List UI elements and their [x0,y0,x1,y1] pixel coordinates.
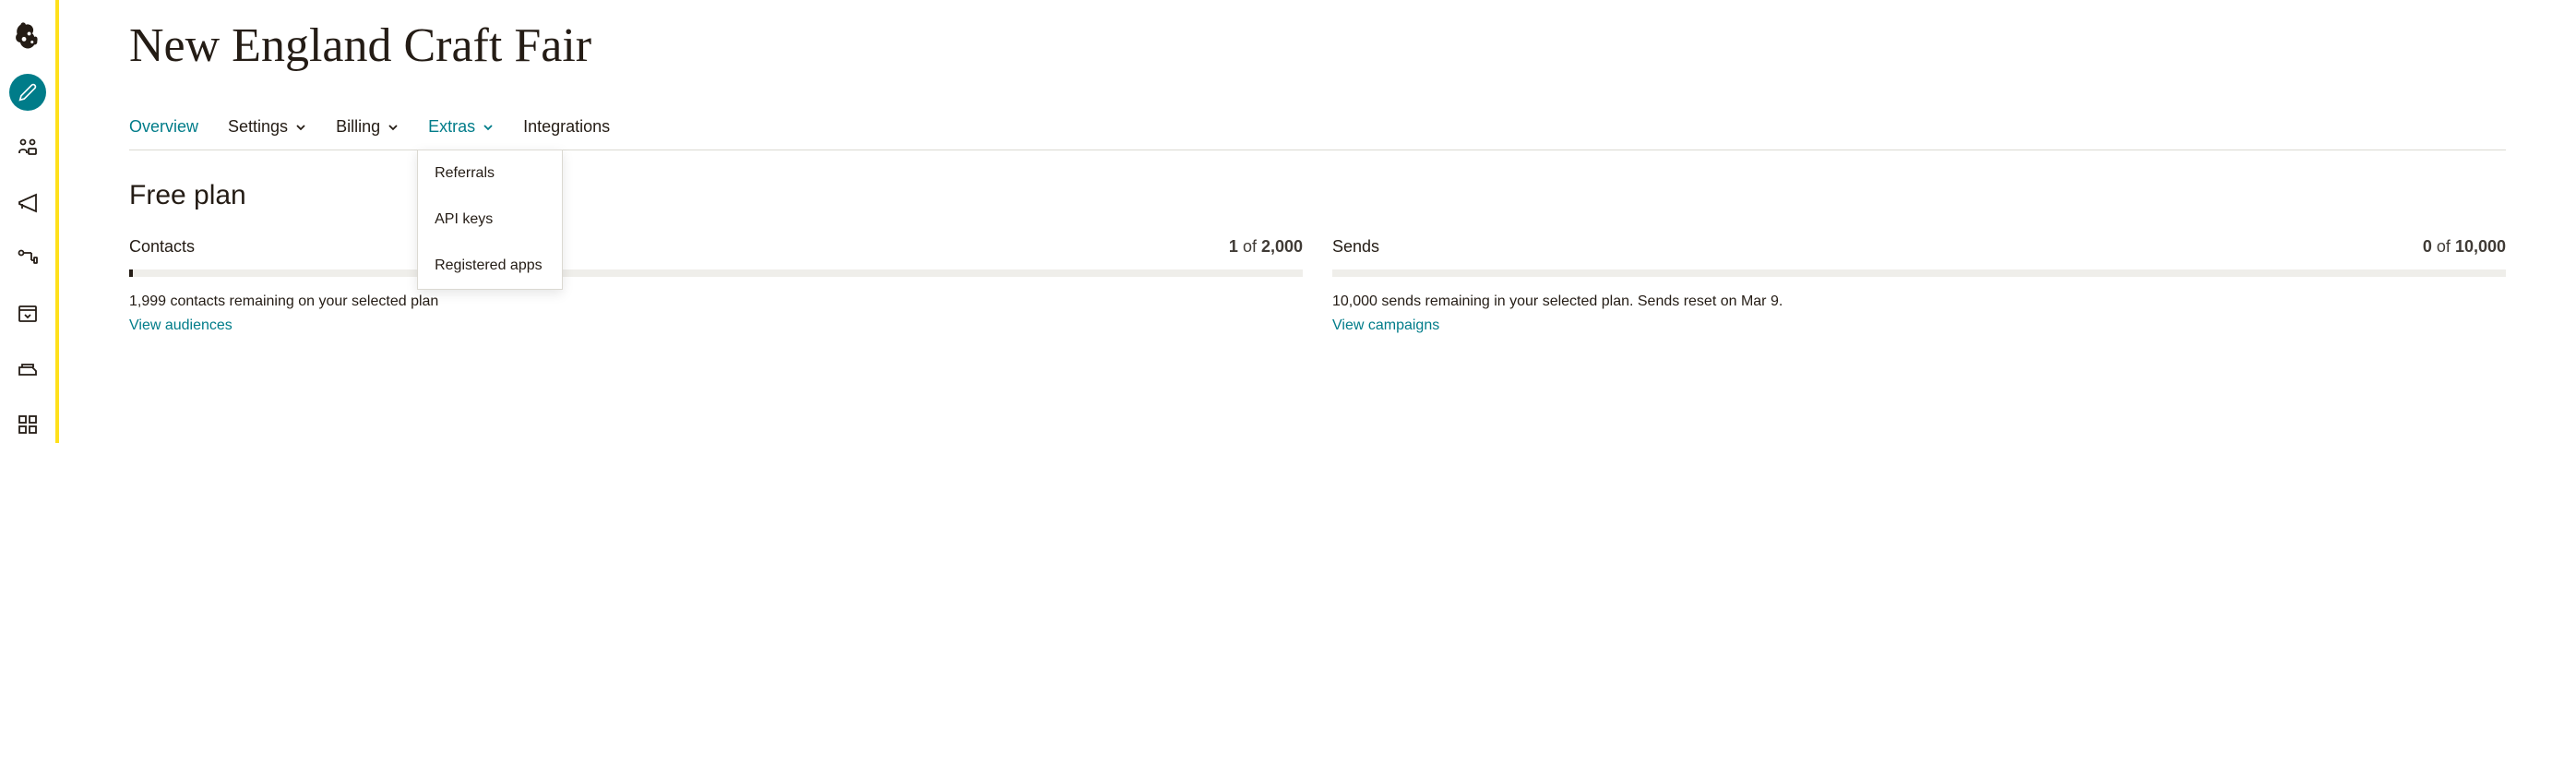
tab-integrations[interactable]: Integrations [523,117,610,150]
of-word: of [2432,237,2455,256]
contacts-progress-fill [129,269,133,277]
page-title: New England Craft Fair [129,18,2506,73]
stat-header: Contacts 1 of 2,000 [129,237,1303,257]
stat-header: Sends 0 of 10,000 [1332,237,2506,257]
sends-count: 0 of 10,000 [2423,237,2506,257]
sends-progress [1332,269,2506,277]
tab-overview[interactable]: Overview [129,117,198,150]
sends-desc: 10,000 sends remaining in your selected … [1332,293,2506,310]
chevron-down-icon [295,122,306,133]
tabs-nav: Overview Settings Billing Extras Referra… [129,117,2506,150]
contacts-progress [129,269,1303,277]
campaigns-icon[interactable] [9,185,46,221]
tab-label: Billing [336,117,380,137]
tab-extras[interactable]: Extras Referrals API keys Registered app… [428,117,494,150]
sidebar [0,0,55,443]
tab-label: Extras [428,117,475,137]
chevron-down-icon [483,122,494,133]
create-icon[interactable] [9,74,46,111]
automations-icon[interactable] [9,240,46,277]
of-word: of [1238,237,1261,256]
main-content: New England Craft Fair Overview Settings… [59,0,2576,443]
sends-block: Sends 0 of 10,000 10,000 sends remaining… [1332,237,2506,334]
dropdown-item-api-keys[interactable]: API keys [418,197,562,243]
contacts-used: 1 [1229,237,1238,256]
tab-label: Settings [228,117,288,137]
website-icon[interactable] [9,295,46,332]
dropdown-item-registered-apps[interactable]: Registered apps [418,243,562,289]
dropdown-item-referrals[interactable]: Referrals [418,150,562,197]
sends-used: 0 [2423,237,2432,256]
chevron-down-icon [388,122,399,133]
contacts-label: Contacts [129,237,195,257]
mailchimp-logo-icon[interactable] [9,18,46,55]
view-campaigns-link[interactable]: View campaigns [1332,317,1439,333]
audience-icon[interactable] [9,129,46,166]
tab-billing[interactable]: Billing [336,117,399,150]
contacts-limit: 2,000 [1261,237,1303,256]
contacts-count: 1 of 2,000 [1229,237,1303,257]
sends-limit: 10,000 [2455,237,2506,256]
content-icon[interactable] [9,351,46,388]
view-audiences-link[interactable]: View audiences [129,317,233,333]
sends-label: Sends [1332,237,1379,257]
contacts-block: Contacts 1 of 2,000 1,999 contacts remai… [129,237,1303,334]
contacts-desc: 1,999 contacts remaining on your selecte… [129,293,1303,310]
apps-icon[interactable] [9,406,46,443]
tab-label: Overview [129,117,198,137]
tab-label: Integrations [523,117,610,137]
extras-dropdown: Referrals API keys Registered apps [417,150,563,290]
tab-settings[interactable]: Settings [228,117,306,150]
